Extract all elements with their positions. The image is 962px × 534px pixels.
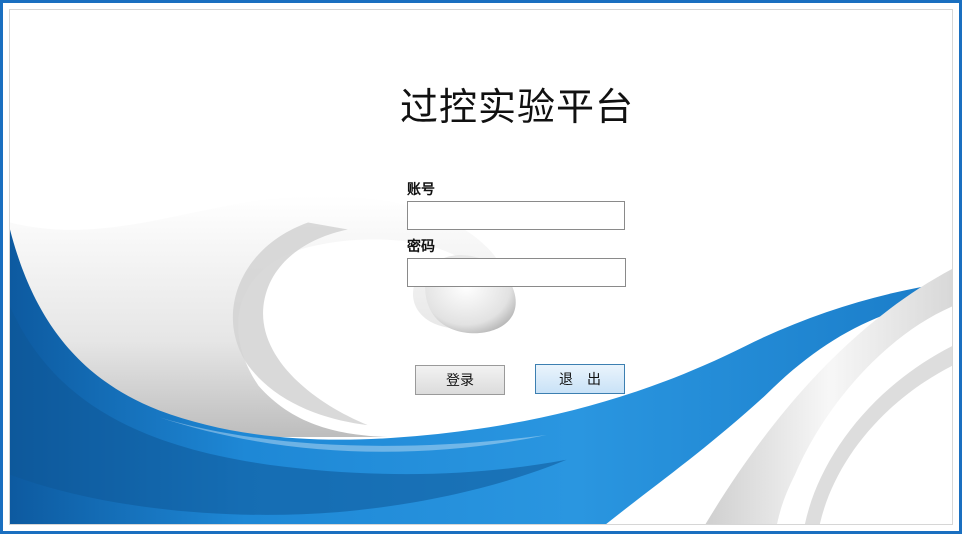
password-input[interactable] <box>407 258 626 287</box>
login-button[interactable]: 登录 <box>415 365 505 395</box>
exit-button[interactable]: 退 出 <box>535 364 625 394</box>
account-input[interactable] <box>407 201 625 230</box>
login-window: 过控实验平台 账号 密码 登录 退 出 <box>0 0 962 534</box>
password-label: 密码 <box>407 239 435 255</box>
account-label: 账号 <box>407 182 435 198</box>
page-title: 过控实验平台 <box>399 85 634 129</box>
login-panel: 过控实验平台 账号 密码 登录 退 出 <box>9 9 953 525</box>
